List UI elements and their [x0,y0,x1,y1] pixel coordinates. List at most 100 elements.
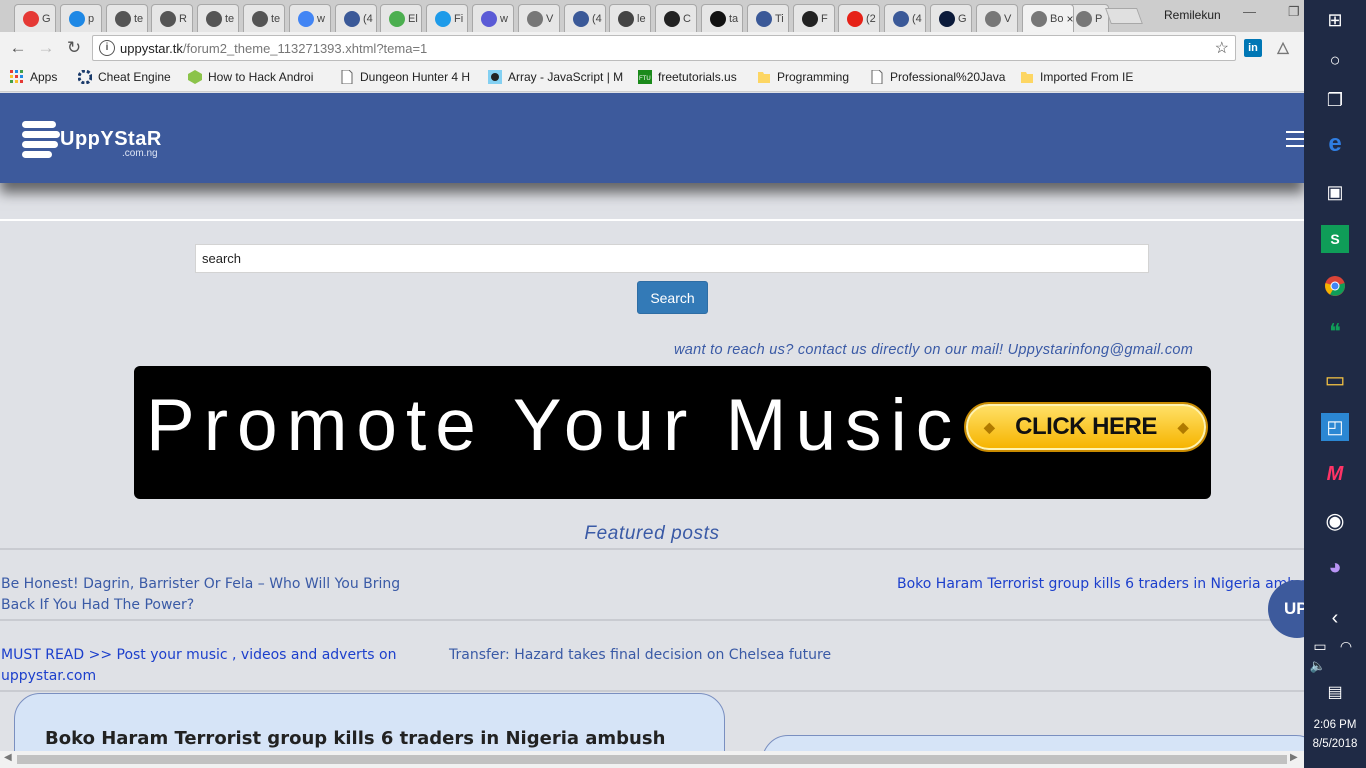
music-app-icon[interactable]: ◉ [1321,507,1349,535]
browser-tab[interactable]: p [60,4,102,32]
click-here-button[interactable]: ◆ CLICK HERE ◆ [966,404,1206,450]
scroll-right-icon[interactable]: ▶ [1290,752,1298,763]
browser-tab[interactable]: Fi [426,4,468,32]
m-app-icon[interactable]: M [1321,460,1349,488]
chrome-icon[interactable] [1321,272,1349,300]
browser-tab[interactable]: V [976,4,1018,32]
featured-post-link[interactable]: MUST READ >> Post your music , videos an… [1,645,421,687]
bookmark-professional-java[interactable]: Professional%20Java [870,70,1005,84]
facebook-icon [573,10,589,27]
featured-posts-heading: Featured posts [584,523,720,544]
page-icon [527,10,543,27]
site-logo[interactable]: UppYStaR .com.ng [22,119,167,163]
info-icon[interactable]: i [99,40,115,56]
windows-start-icon[interactable]: ⊞ [1321,6,1349,34]
browser-tab[interactable]: G [930,4,972,32]
task-view-icon[interactable]: ❐ [1321,86,1349,114]
arrow-right-icon: ◆ [984,419,995,435]
browser-tab[interactable]: (4 [884,4,926,32]
browser-tab[interactable]: te [197,4,239,32]
bookmark-how-to-hack[interactable]: How to Hack Androi [188,70,313,84]
browser-tab[interactable]: w [289,4,331,32]
reload-icon[interactable]: ↻ [63,37,85,59]
browser-tab[interactable]: Ti [747,4,789,32]
promo-banner[interactable]: Promote Your Music ◆ CLICK HERE ◆ [134,366,1211,499]
scrollbar-thumb[interactable] [17,755,1287,764]
bookmark-star-icon[interactable]: ☆ [1215,38,1229,58]
forward-icon[interactable]: → [35,37,57,59]
taskbar-clock[interactable]: 2:06 PM 8/5/2018 [1304,716,1366,754]
browser-tab[interactable]: C [655,4,697,32]
restore-icon[interactable]: ❐ [1288,4,1300,20]
featured-post-link[interactable]: Transfer: Hazard takes final decision on… [449,645,869,666]
tab-title: G [42,12,51,25]
horizontal-scrollbar[interactable]: ◀ ▶ [0,751,1304,768]
wifi-icon[interactable]: ◠ [1336,632,1356,660]
browser-tab[interactable]: (2 [838,4,880,32]
browser-tab[interactable]: w [472,4,514,32]
search-button[interactable]: Search [637,281,708,314]
post-card[interactable]: Boko Haram Terrorist group kills 6 trade… [14,693,725,751]
bookmark-label: Dungeon Hunter 4 H [360,70,471,84]
minimize-icon[interactable]: — [1243,4,1256,19]
url-text[interactable]: uppystar.tk/forum2_theme_113271393.xhtml… [120,41,427,56]
folder-icon [1021,72,1033,83]
notifications-icon[interactable]: ▤ [1321,678,1349,706]
facebook-icon [344,10,360,27]
bookmark-array-javascript[interactable]: Array - JavaScript | M [488,70,623,84]
store-icon[interactable]: ▣ [1321,178,1349,206]
volume-icon[interactable]: 🔈 [1308,652,1328,680]
featured-post-link[interactable]: Boko Haram Terrorist group kills 6 trade… [897,574,1304,595]
chevron-up-icon[interactable]: ‹ [1321,604,1349,632]
browser-tab[interactable]: V [518,4,560,32]
page-icon [341,70,353,84]
search-input[interactable] [195,244,1149,273]
contact-line: want to reach us? contact us directly on… [674,342,1194,358]
page-icon [871,70,883,84]
app-window-icon[interactable]: ◰ [1321,413,1349,441]
bookmark-apps[interactable]: Apps [10,70,57,84]
file-explorer-icon[interactable]: ▭ [1321,366,1349,394]
browser-tab[interactable]: Bo × [1022,4,1074,32]
edge-icon[interactable]: e [1321,130,1349,158]
scroll-left-icon[interactable]: ◀ [4,752,12,763]
drive-extension-icon[interactable]: △ [1274,39,1292,57]
tab-title: C [683,12,691,25]
new-tab-button[interactable] [1105,8,1143,24]
tab-title: te [134,12,144,25]
cat-app-icon[interactable]: ◕ [1321,553,1349,581]
browser-tab[interactable]: R [151,4,193,32]
bookmark-imported-from-ie[interactable]: Imported From IE [1020,70,1133,84]
linkedin-extension-icon[interactable]: in [1244,39,1262,57]
bookmark-dungeon-hunter[interactable]: Dungeon Hunter 4 H [340,70,470,84]
browser-tab[interactable]: El [380,4,422,32]
hamburger-menu-icon[interactable] [1286,131,1304,149]
cheat-engine-icon [78,70,92,84]
featured-post-link[interactable]: Be Honest! Dagrin, Barrister Or Fela – W… [1,574,431,616]
browser-tab[interactable]: (4 [335,4,377,32]
cortana-icon[interactable]: ○ [1321,46,1349,74]
tab-title: V [546,12,554,25]
browser-tab[interactable]: te [106,4,148,32]
post-card[interactable] [762,735,1304,751]
purple-icon [481,10,497,27]
close-tab-icon[interactable]: × [1066,12,1073,26]
bookmark-freetutorials[interactable]: FTU freetutorials.us [638,70,737,84]
address-bar[interactable]: i uppystar.tk/forum2_theme_113271393.xht… [92,35,1236,61]
back-icon[interactable]: ← [7,37,29,59]
browser-tab[interactable]: te [243,4,285,32]
profile-name[interactable]: Remilekun [1164,8,1221,22]
b-icon [435,10,451,27]
clock-date: 8/5/2018 [1312,738,1358,750]
windows-taskbar: ⊞ ○ ❐ e ▣ S ❝ ▭ ◰ M ◉ ◕ ‹ ▭ ◠ 🔈 ▤ 2:06 P… [1304,0,1366,768]
hangouts-icon[interactable]: ❝ [1321,318,1349,346]
browser-tab[interactable]: ta [701,4,743,32]
bookmark-label: Professional%20Java [890,70,1006,84]
slides-app-icon[interactable]: S [1321,225,1349,253]
bookmark-programming[interactable]: Programming [757,70,849,84]
bookmark-cheat-engine[interactable]: Cheat Engine [78,70,171,84]
browser-tab[interactable]: F [793,4,835,32]
browser-tab[interactable]: le [609,4,651,32]
browser-tab[interactable]: (4 [564,4,606,32]
browser-tab[interactable]: G [14,4,56,32]
